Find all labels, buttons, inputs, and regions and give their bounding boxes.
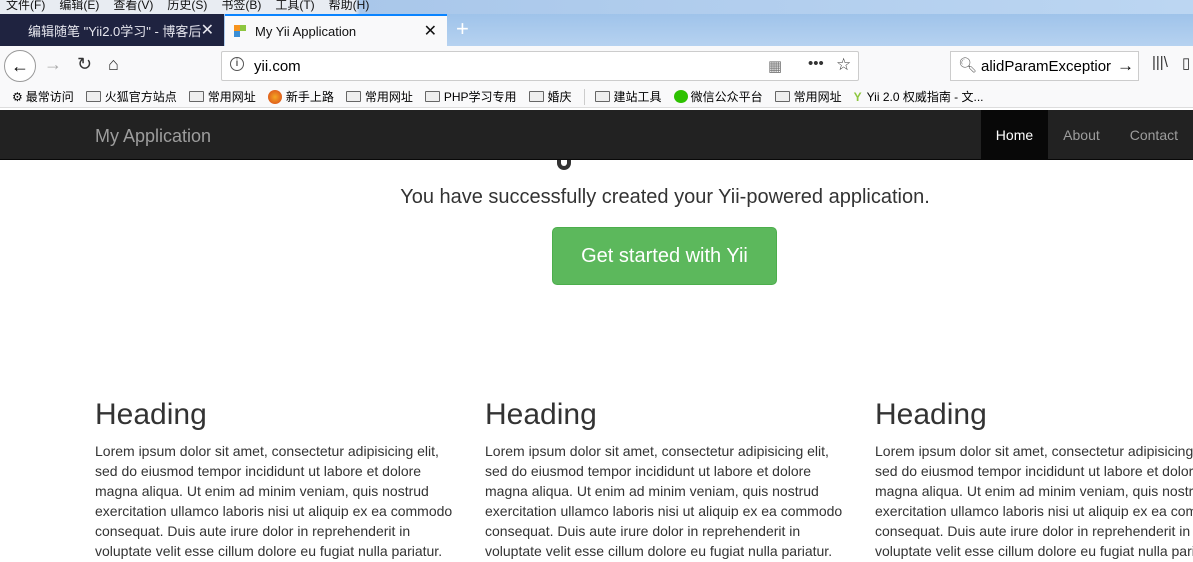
- tab-yii-app[interactable]: My Yii Application ✕: [225, 14, 447, 46]
- firefox-icon: [267, 89, 282, 104]
- nav-contact[interactable]: Contact: [1115, 110, 1193, 160]
- column-heading: Heading: [95, 398, 207, 431]
- get-started-button[interactable]: Get started with Yii: [552, 227, 777, 285]
- forward-icon[interactable]: →: [44, 54, 62, 75]
- clipped-heading-descender: [551, 160, 581, 172]
- yii-favicon-icon: [234, 25, 246, 37]
- search-box[interactable]: 🔍︎ alidParamExceptior →: [950, 51, 1139, 81]
- column-heading: Heading: [485, 398, 597, 431]
- bookmark-most-visited[interactable]: ⚙ 最常访问: [12, 88, 74, 105]
- bookmark-getting-started[interactable]: 新手上路: [267, 88, 334, 105]
- nav-menu: Home About Contact: [980, 110, 1193, 160]
- menu-file[interactable]: 文件(F): [6, 0, 45, 11]
- navigation-toolbar: ← → ↻ ⌂ i yii.com ▦ ••• ☆ 🔍︎ alidParamEx…: [0, 46, 1193, 86]
- home-icon[interactable]: ⌂: [108, 54, 119, 75]
- bookmark-folder[interactable]: 建站工具: [594, 88, 662, 105]
- url-bar[interactable]: i yii.com ▦ ••• ☆: [221, 51, 859, 81]
- menu-bookmarks[interactable]: 书签(B): [221, 0, 261, 11]
- tab-title: My Yii Application: [255, 23, 357, 39]
- sidebar-icon[interactable]: ▯: [1182, 54, 1190, 72]
- bookmarks-toolbar: ⚙ 最常访问 火狐官方站点 常用网址 新手上路 常用网址 PHP学习专用 婚庆 建…: [0, 86, 1193, 108]
- column-2: Heading Lorem ipsum dolor sit amet, conse…: [485, 398, 855, 561]
- menu-bar: 文件(F) 编辑(E) 查看(V) 历史(S) 书签(B) 工具(T) 帮助(H): [0, 0, 1193, 14]
- info-icon[interactable]: i: [230, 57, 244, 71]
- library-icon[interactable]: |||\: [1152, 54, 1168, 71]
- folder-icon: [188, 91, 204, 102]
- tab-blog[interactable]: 编辑随笔 "Yii2.0学习" - 博客后 ✕: [0, 14, 224, 46]
- more-icon[interactable]: •••: [808, 55, 824, 72]
- folder-icon: [85, 91, 101, 102]
- gear-icon: ⚙: [12, 89, 23, 104]
- bookmark-folder[interactable]: 婚庆: [528, 88, 572, 105]
- go-arrow-icon[interactable]: →: [1117, 56, 1134, 76]
- bookmark-folder[interactable]: 常用网址: [345, 88, 413, 105]
- column-text: Lorem ipsum dolor sit amet, consectetur …: [485, 443, 843, 559]
- folder-icon: [594, 91, 610, 102]
- menu-history[interactable]: 历史(S): [167, 0, 207, 11]
- column-1: Heading Lorem ipsum dolor sit amet, conse…: [95, 398, 465, 561]
- close-tab-icon[interactable]: ✕: [424, 21, 437, 41]
- tab-title: 编辑随笔 "Yii2.0学习" - 博客后: [28, 23, 202, 39]
- nav-home[interactable]: Home: [980, 110, 1049, 160]
- menu-help[interactable]: 帮助(H): [329, 0, 370, 11]
- column-text: Lorem ipsum dolor sit amet, consectetur …: [95, 443, 453, 559]
- nav-about[interactable]: About: [1048, 110, 1115, 160]
- bookmark-yii-guide[interactable]: Y Yii 2.0 权威指南 - 文...: [854, 88, 984, 105]
- bookmark-folder[interactable]: 火狐官方站点: [85, 88, 177, 105]
- bookmark-folder[interactable]: PHP学习专用: [424, 88, 517, 105]
- new-tab-icon[interactable]: +: [456, 16, 469, 42]
- search-input[interactable]: alidParamExceptior: [981, 58, 1117, 75]
- folder-icon: [345, 91, 361, 102]
- reload-icon[interactable]: ↻: [77, 54, 92, 75]
- column-heading: Heading: [875, 398, 987, 431]
- yii-logo-icon: Y: [853, 89, 862, 104]
- qr-code-icon[interactable]: ▦: [768, 57, 782, 75]
- site-navbar: My Application Home About Contact: [0, 110, 1193, 160]
- url-text: yii.com: [254, 58, 301, 75]
- bookmark-folder[interactable]: 常用网址: [188, 88, 256, 105]
- column-3: Heading Lorem ipsum dolor sit amet, conse…: [875, 398, 1193, 561]
- separator: [583, 88, 585, 105]
- back-icon[interactable]: ←: [4, 50, 36, 82]
- tab-bar: 编辑随笔 "Yii2.0学习" - 博客后 ✕ My Yii Applicati…: [0, 14, 1193, 46]
- folder-icon: [424, 91, 440, 102]
- column-text: Lorem ipsum dolor sit amet, consectetur …: [875, 443, 1193, 559]
- bookmark-wechat[interactable]: 微信公众平台: [673, 88, 763, 105]
- jumbotron-lead: You have successfully created your Yii-p…: [400, 186, 930, 208]
- search-icon: 🔍︎: [958, 57, 978, 74]
- folder-icon: [774, 91, 790, 102]
- brand-link[interactable]: My Application: [95, 126, 211, 147]
- bookmark-folder[interactable]: 常用网址: [774, 88, 842, 105]
- star-icon[interactable]: ☆: [836, 55, 851, 75]
- menu-tools[interactable]: 工具(T): [275, 0, 314, 11]
- folder-icon: [528, 91, 544, 102]
- close-tab-icon[interactable]: ✕: [201, 20, 214, 40]
- menu-view[interactable]: 查看(V): [113, 0, 153, 11]
- menu-edit[interactable]: 编辑(E): [59, 0, 99, 11]
- wechat-icon: [673, 90, 688, 103]
